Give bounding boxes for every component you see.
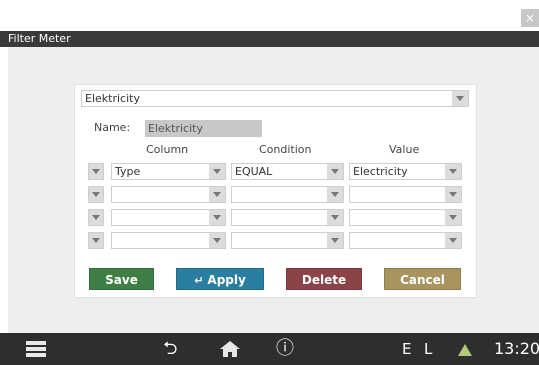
apply-label: Apply <box>207 273 246 287</box>
delete-button[interactable]: Delete <box>286 268 362 290</box>
column-header-column: Column <box>146 143 189 156</box>
chevron-down-icon[interactable] <box>445 233 461 248</box>
chevron-down-icon[interactable] <box>209 233 225 248</box>
indicator-e: E <box>402 340 412 358</box>
row-1-value-select[interactable]: Electricity <box>349 163 462 180</box>
row-2-column-select[interactable] <box>111 186 226 203</box>
chevron-down-icon[interactable] <box>209 210 225 225</box>
info-icon[interactable]: ⓘ <box>276 333 294 365</box>
row-1-column-value: Type <box>115 165 141 178</box>
row-1-value-value: Electricity <box>353 165 408 178</box>
row-3-value-select[interactable] <box>349 209 462 226</box>
window-title: Filter Meter <box>0 31 539 47</box>
column-header-condition: Condition <box>259 143 312 156</box>
column-header-value: Value <box>389 143 420 156</box>
enter-icon: ↵ <box>194 274 204 287</box>
chevron-down-icon[interactable] <box>209 187 225 202</box>
chevron-down-icon[interactable] <box>327 210 343 225</box>
row-3-column-select[interactable] <box>111 209 226 226</box>
chevron-down-icon[interactable] <box>209 164 225 179</box>
row-1-column-select[interactable]: Type <box>111 163 226 180</box>
status-bar: ⮌ ⓘ E L 13:20 <box>0 333 539 365</box>
clock: 13:20 <box>494 339 539 358</box>
warning-icon <box>458 344 472 356</box>
row-3-handle[interactable] <box>88 209 104 226</box>
cancel-button[interactable]: Cancel <box>384 268 461 290</box>
home-icon[interactable] <box>220 341 240 357</box>
close-icon: × <box>524 11 536 25</box>
save-button[interactable]: Save <box>89 268 154 290</box>
chevron-down-icon[interactable] <box>452 91 468 106</box>
name-label: Name: <box>94 121 131 134</box>
indicator-l: L <box>424 340 433 358</box>
menu-icon[interactable] <box>26 341 46 357</box>
meter-select-value: Elektricity <box>85 92 140 105</box>
chevron-down-icon[interactable] <box>445 210 461 225</box>
row-2-handle[interactable] <box>88 186 104 203</box>
chevron-down-icon[interactable] <box>327 187 343 202</box>
apply-button[interactable]: ↵ Apply <box>176 268 264 290</box>
close-button[interactable]: × <box>521 9 539 27</box>
row-2-value-select[interactable] <box>349 186 462 203</box>
row-1-handle[interactable] <box>88 163 104 180</box>
chevron-down-icon[interactable] <box>327 164 343 179</box>
row-4-column-select[interactable] <box>111 232 226 249</box>
back-icon[interactable]: ⮌ <box>163 333 177 365</box>
row-4-condition-select[interactable] <box>231 232 344 249</box>
row-4-handle[interactable] <box>88 232 104 249</box>
row-1-condition-value: EQUAL <box>235 165 273 178</box>
meter-select[interactable]: Elektricity <box>81 90 469 107</box>
chevron-down-icon[interactable] <box>445 164 461 179</box>
row-2-condition-select[interactable] <box>231 186 344 203</box>
row-4-value-select[interactable] <box>349 232 462 249</box>
chevron-down-icon[interactable] <box>327 233 343 248</box>
row-1-condition-select[interactable]: EQUAL <box>231 163 344 180</box>
row-3-condition-select[interactable] <box>231 209 344 226</box>
top-strip: × <box>0 0 539 31</box>
chevron-down-icon[interactable] <box>445 187 461 202</box>
name-field[interactable] <box>145 120 262 137</box>
